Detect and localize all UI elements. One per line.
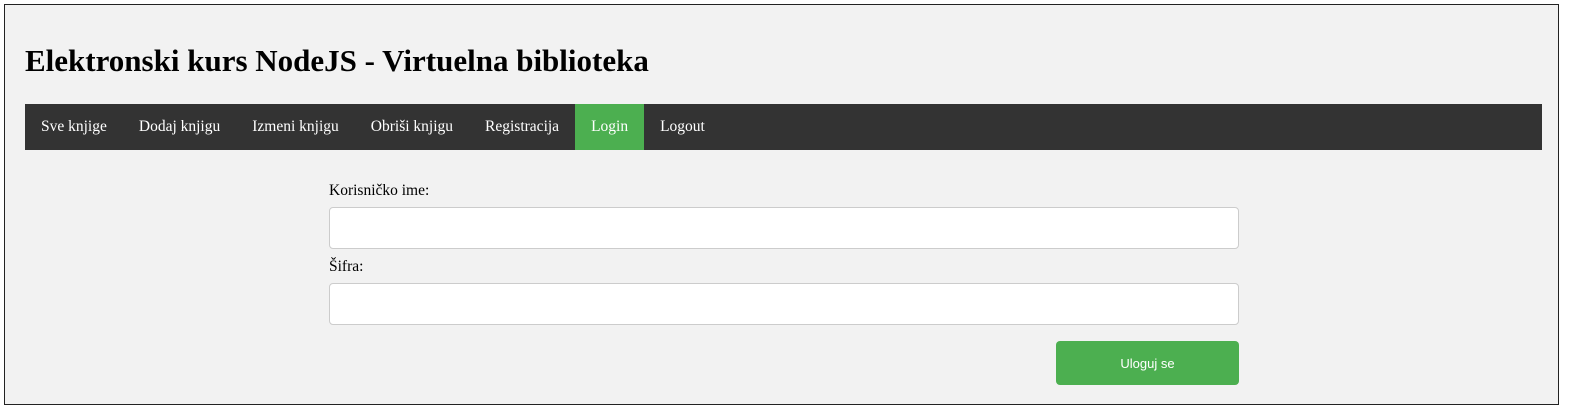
submit-row: Uloguj se — [329, 341, 1239, 385]
page-title: Elektronski kurs NodeJS - Virtuelna bibl… — [25, 43, 649, 78]
nav-item-izmeni-knjigu[interactable]: Izmeni knjigu — [236, 104, 355, 150]
username-label: Korisničko ime: — [329, 182, 430, 199]
nav-item-registracija[interactable]: Registracija — [469, 104, 575, 150]
password-label: Šifra: — [329, 258, 364, 275]
login-form: Korisničko ime: Šifra: Uloguj se — [329, 181, 1239, 385]
nav-item-logout[interactable]: Logout — [644, 104, 721, 150]
page-frame: Elektronski kurs NodeJS - Virtuelna bibl… — [4, 4, 1559, 405]
nav-item-sve-knjige[interactable]: Sve knjige — [25, 104, 123, 150]
password-input[interactable] — [329, 283, 1239, 325]
nav-item-dodaj-knjigu[interactable]: Dodaj knjigu — [123, 104, 236, 150]
username-input[interactable] — [329, 207, 1239, 249]
nav-item-obrisi-knjigu[interactable]: Obriši knjigu — [355, 104, 469, 150]
nav-item-login[interactable]: Login — [575, 104, 645, 150]
login-button[interactable]: Uloguj se — [1056, 341, 1239, 385]
navbar: Sve knjige Dodaj knjigu Izmeni knjigu Ob… — [25, 104, 1542, 150]
